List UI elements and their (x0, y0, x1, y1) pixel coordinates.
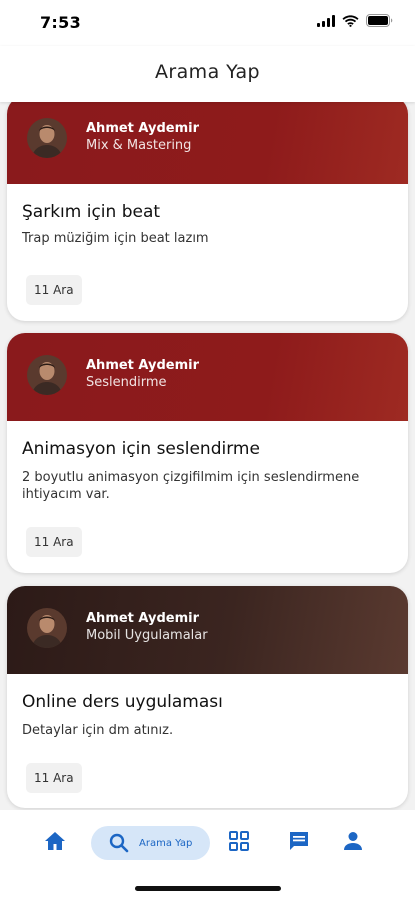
nav-search[interactable]: Arama Yap (91, 826, 210, 860)
wifi-icon (342, 14, 359, 27)
home-indicator[interactable] (135, 886, 281, 891)
card-header: Ahmet Aydemir Mix & Mastering (7, 102, 408, 184)
author-category: Mix & Mastering (86, 138, 192, 153)
avatar[interactable] (27, 355, 67, 395)
author-category: Mobil Uygulamalar (86, 628, 208, 643)
status-bar: 7:53 (0, 0, 415, 46)
grid-icon (229, 831, 249, 855)
app-bar: Arama Yap (0, 46, 415, 102)
search-icon (109, 833, 129, 853)
card-description: 2 boyutlu animasyon çizgifilmim için ses… (22, 470, 360, 502)
avatar[interactable] (27, 608, 67, 648)
status-icons (317, 14, 393, 27)
person-icon (343, 831, 363, 855)
author-name: Ahmet Aydemir (86, 358, 200, 373)
chat-icon (288, 830, 310, 856)
date-chip: 11 Ara (26, 527, 82, 557)
request-card[interactable]: Ahmet Aydemir Mobil Uygulamalar Online d… (7, 586, 408, 808)
nav-profile[interactable] (336, 826, 370, 860)
author-category: Seslendirme (86, 375, 167, 390)
date-chip: 11 Ara (26, 275, 82, 305)
bottom-nav: Arama Yap (0, 810, 415, 900)
nav-home[interactable] (38, 826, 72, 860)
status-time: 7:53 (40, 13, 81, 32)
card-title: Animasyon için seslendirme (22, 439, 260, 459)
card-title: Online ders uygulaması (22, 692, 223, 712)
request-list[interactable]: Ahmet Aydemir Mix & Mastering Şarkım içi… (0, 102, 415, 810)
nav-categories[interactable] (222, 826, 256, 860)
author-name: Ahmet Aydemir (86, 121, 200, 136)
card-title: Şarkım için beat (22, 202, 161, 222)
signal-icon (317, 14, 335, 27)
card-description: Detaylar için dm atınız. (22, 723, 174, 738)
nav-messages[interactable] (282, 826, 316, 860)
battery-icon (366, 14, 393, 27)
screen: 7:53 Arama Yap Ahmet Aydemir Mix & Maste… (0, 0, 415, 900)
card-description: Trap müziğim için beat lazım (22, 231, 209, 246)
avatar[interactable] (27, 118, 67, 158)
card-header: Ahmet Aydemir Seslendirme (7, 333, 408, 421)
author-name: Ahmet Aydemir (86, 611, 200, 626)
request-card[interactable]: Ahmet Aydemir Mix & Mastering Şarkım içi… (7, 102, 408, 321)
card-header: Ahmet Aydemir Mobil Uygulamalar (7, 586, 408, 674)
date-chip: 11 Ara (26, 763, 82, 793)
page-title: Arama Yap (155, 61, 260, 83)
request-card[interactable]: Ahmet Aydemir Seslendirme Animasyon için… (7, 333, 408, 573)
home-icon (44, 831, 66, 855)
nav-search-label: Arama Yap (139, 837, 193, 849)
